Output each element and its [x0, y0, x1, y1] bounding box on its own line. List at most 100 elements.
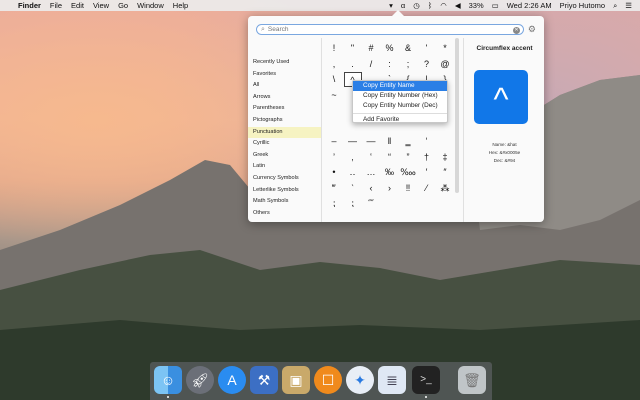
glyph-cell[interactable]: › [381, 181, 399, 196]
glyph-cell[interactable]: : [381, 57, 399, 72]
glyph-cell[interactable]: . [344, 57, 362, 72]
glyph-cell[interactable]: & [399, 41, 417, 56]
sidebar-item-math-symbols[interactable]: Math Symbols [248, 196, 321, 208]
glyph-cell[interactable]: ‥ [344, 165, 362, 180]
glyph-cell[interactable]: † [418, 150, 436, 165]
textedit-icon[interactable]: ≣ [378, 366, 406, 394]
glyph-cell[interactable]: ! [325, 41, 343, 56]
grid-scrollbar[interactable] [455, 38, 459, 193]
sidebar-item-currency-symbols[interactable]: Currency Symbols [248, 173, 321, 185]
glyph-cell[interactable]: ‘ [418, 134, 436, 149]
sidebar-item-pictographs[interactable]: Pictographs [248, 115, 321, 127]
clock[interactable]: Wed 2:26 AM [507, 1, 552, 10]
glyph-cell[interactable]: ⁄ [418, 181, 436, 196]
launchpad-icon[interactable]: 🚀︎ [186, 366, 214, 394]
glyph-cell[interactable]: ″ [436, 165, 454, 180]
glyph-cell[interactable]: … [362, 165, 380, 180]
glyph-cell[interactable]: ~ [325, 88, 343, 103]
copy-entity-dec-item[interactable]: Copy Entity Number (Dec) [353, 101, 447, 111]
glyph-cell[interactable]: ‼ [399, 181, 417, 196]
glyph-cell[interactable]: * [436, 41, 454, 56]
sidebar-item-parentheses[interactable]: Parentheses [248, 103, 321, 115]
sidebar-item-all[interactable]: All [248, 80, 321, 92]
sidebar-item-recently-used[interactable]: Recently Used [248, 57, 321, 69]
glyph-cell[interactable]: ‱ [399, 165, 417, 180]
battery-icon[interactable]: ▭ [492, 1, 499, 10]
menu-file[interactable]: File [50, 1, 62, 10]
glyph-cell[interactable]: \ [325, 72, 343, 87]
sidebar-item-favorites[interactable]: Favorites [248, 69, 321, 81]
sidebar-item-others[interactable]: Others [248, 208, 321, 220]
menu-bar: Finder File Edit View Go Window Help ▾ α… [0, 0, 640, 11]
battery-percent[interactable]: 33% [469, 1, 484, 10]
glyph-cell[interactable]: ‰ [381, 165, 399, 180]
wifi-icon[interactable]: ◠ [440, 1, 447, 10]
glyph-cell[interactable]: ‛ [362, 150, 380, 165]
glyph-cell[interactable]: ‵ [344, 181, 362, 196]
safari-icon[interactable]: ✦ [346, 366, 374, 394]
notification-center-icon[interactable]: ☰ [625, 1, 632, 10]
glyph-cell[interactable]: ‖ [381, 134, 399, 149]
sidebar-item-arrows[interactable]: Arrows [248, 92, 321, 104]
glyph-cell[interactable]: , [325, 57, 343, 72]
app-store-icon[interactable]: A [218, 366, 246, 394]
glyph-cell[interactable]: ‡ [436, 150, 454, 165]
glyph-cell[interactable]: " [344, 41, 362, 56]
glyph-cell[interactable]: ‗ [399, 134, 417, 149]
dropbox-icon[interactable]: ▾ [389, 1, 393, 10]
glyph-cell[interactable]: ‴ [325, 181, 343, 196]
glyph-cell[interactable]: • [325, 165, 343, 180]
sidebar-item-punctuation[interactable]: Punctuation [248, 126, 321, 139]
menu-view[interactable]: View [93, 1, 109, 10]
glyph-cell[interactable]: ‹ [362, 181, 380, 196]
menu-window[interactable]: Window [137, 1, 164, 10]
glyph-cell[interactable]: ' [418, 41, 436, 56]
glyph-cell[interactable]: @ [436, 57, 454, 72]
alpha-status-item[interactable]: α [401, 1, 405, 10]
glyph-cell[interactable]: ’ [325, 150, 343, 165]
glyph-cell[interactable]: # [362, 41, 380, 56]
character-preview[interactable]: ^ [474, 70, 528, 124]
glyph-cell[interactable]: ? [418, 57, 436, 72]
ibooks-icon[interactable]: ☐ [314, 366, 342, 394]
trash-icon[interactable]: 🗑︎ [458, 366, 486, 394]
glyph-cell[interactable]: ⁗ [362, 196, 380, 211]
glyph-cell[interactable]: — [344, 134, 362, 149]
gear-icon[interactable]: ⚙ [528, 24, 536, 35]
glyph-cell[interactable]: ‚ [344, 150, 362, 165]
preview-icon[interactable]: ▣ [282, 366, 310, 394]
glyph-cell[interactable]: ” [399, 150, 417, 165]
add-favorite-item[interactable]: Add Favorite [353, 115, 447, 125]
xcode-icon[interactable]: ⚒ [250, 366, 278, 394]
volume-icon[interactable]: ◀ [455, 1, 461, 10]
clear-search-icon[interactable]: ✕ [513, 26, 520, 34]
glyph-cell[interactable]: “ [381, 150, 399, 165]
copy-entity-name-item[interactable]: Copy Entity Name [353, 81, 447, 91]
search-field[interactable]: ⌕ ✕ [256, 24, 524, 35]
sidebar-item-greek[interactable]: Greek [248, 150, 321, 162]
glyph-cell[interactable]: ′ [418, 165, 436, 180]
menu-app-name[interactable]: Finder [18, 1, 41, 10]
sidebar-item-letterlike-symbols[interactable]: Letterlike Symbols [248, 185, 321, 197]
sidebar-item-cyrillic[interactable]: Cyrillic [248, 138, 321, 150]
search-input[interactable] [267, 26, 498, 33]
glyph-cell[interactable]: ; [399, 57, 417, 72]
glyph-cell[interactable]: ⁏ [325, 196, 343, 211]
spotlight-icon[interactable]: ⌕ [613, 1, 617, 11]
glyph-cell[interactable]: – [325, 134, 343, 149]
bluetooth-icon[interactable]: ᛒ [428, 1, 433, 10]
menu-help[interactable]: Help [173, 1, 188, 10]
menu-edit[interactable]: Edit [71, 1, 84, 10]
user-name[interactable]: Priyo Hutomo [560, 1, 605, 10]
sidebar-item-latin[interactable]: Latin [248, 161, 321, 173]
glyph-cell[interactable]: % [381, 41, 399, 56]
glyph-cell[interactable]: ― [362, 134, 380, 149]
glyph-cell[interactable]: ⁂ [436, 181, 454, 196]
terminal-icon[interactable]: >_ [412, 366, 440, 394]
glyph-cell[interactable]: / [362, 57, 380, 72]
menu-go[interactable]: Go [118, 1, 128, 10]
clock-status-icon[interactable]: ◷ [413, 1, 420, 10]
copy-entity-hex-item[interactable]: Copy Entity Number (Hex) [353, 91, 447, 101]
glyph-cell[interactable]: ⁏ [344, 196, 362, 211]
finder-icon[interactable]: ☺ [154, 366, 182, 394]
